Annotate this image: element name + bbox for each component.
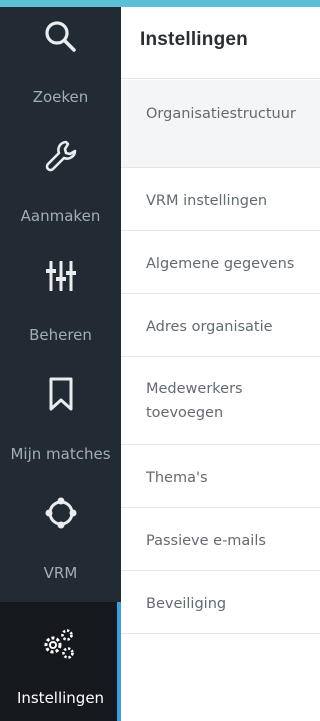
menu-item-adres-organisatie[interactable]: Adres organisatie	[121, 294, 320, 357]
nav-item-label: Beheren	[29, 326, 92, 344]
nav-item-label: Zoeken	[32, 88, 89, 106]
menu-item-vrm-instellingen[interactable]: VRM instellingen	[121, 168, 320, 231]
top-accent-bar	[0, 0, 320, 7]
menu-item-label: Beveiliging	[146, 596, 227, 612]
panel-header: Instellingen	[121, 7, 320, 79]
menu-item-medewerkers-toevoegen[interactable]: Medewerkers toevoegen	[121, 357, 320, 445]
bookmark-icon	[43, 376, 79, 412]
menu-item-themas[interactable]: Thema's	[121, 445, 320, 508]
nav-item-label: VRM	[43, 564, 78, 582]
wrench-icon	[43, 138, 79, 174]
nav-item-mijn-matches[interactable]: Mijn matches	[0, 364, 121, 483]
nav-item-vrm[interactable]: VRM	[0, 483, 121, 602]
search-icon	[43, 19, 79, 55]
menu-item-label: Adres organisatie	[146, 319, 273, 335]
menu-item-organisatiestructuur[interactable]: Organisatiestructuur	[121, 80, 320, 168]
nav-item-instellingen[interactable]: Instellingen	[0, 602, 121, 721]
nav-item-zoeken[interactable]: Zoeken	[0, 7, 121, 126]
menu-item-label: Passieve e-mails	[146, 533, 266, 549]
sidebar-nav: Zoeken Aanmaken Beheren Mijn matches VRM…	[0, 7, 121, 721]
menu-item-label: Organisatiestructuur	[146, 106, 296, 122]
gears-icon	[40, 626, 76, 662]
menu-item-beveiliging[interactable]: Beveiliging	[121, 571, 320, 634]
nav-item-beheren[interactable]: Beheren	[0, 245, 121, 364]
page-title: Instellingen	[140, 29, 248, 50]
nav-item-label: Mijn matches	[10, 445, 111, 463]
nav-item-label: Instellingen	[16, 689, 105, 707]
menu-item-passieve-e-mails[interactable]: Passieve e-mails	[121, 508, 320, 571]
menu-item-label: Algemene gegevens	[146, 256, 295, 272]
menu-item-label: Medewerkers toevoegen	[146, 381, 243, 421]
settings-panel: Instellingen Organisatiestructuur VRM in…	[121, 7, 320, 721]
sliders-icon	[43, 257, 79, 293]
menu-item-label: Thema's	[146, 470, 208, 486]
menu-item-label: VRM instellingen	[146, 193, 268, 209]
nav-item-aanmaken[interactable]: Aanmaken	[0, 126, 121, 245]
circle-nodes-icon	[43, 495, 79, 531]
nav-item-label: Aanmaken	[20, 207, 101, 225]
menu-item-algemene-gegevens[interactable]: Algemene gegevens	[121, 231, 320, 294]
